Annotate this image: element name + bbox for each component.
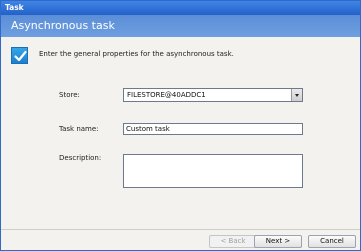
description-label: Description: (59, 154, 102, 162)
task-name-label: Task name: (59, 125, 99, 133)
store-label: Store: (59, 91, 80, 99)
store-dropdown[interactable]: FILESTORE@40ADDC1 (123, 88, 303, 102)
wizard-header: Asynchronous task (1, 15, 360, 37)
window-title: Task (1, 1, 360, 15)
wizard-content: Enter the general properties for the asy… (1, 37, 360, 229)
store-value: FILESTORE@40ADDC1 (127, 91, 206, 99)
task-name-input[interactable]: Custom task (123, 123, 303, 135)
back-button[interactable]: < Back (209, 235, 257, 248)
cancel-button[interactable]: Cancel (308, 235, 356, 248)
next-button[interactable]: Next > (254, 235, 302, 248)
checkmark-icon (11, 47, 28, 64)
footer-divider (1, 229, 360, 230)
task-dialog: Task Asynchronous task Enter the general… (0, 0, 361, 251)
description-textarea[interactable] (123, 154, 303, 188)
chevron-down-icon[interactable] (291, 89, 302, 101)
intro-text: Enter the general properties for the asy… (39, 50, 234, 58)
task-name-value: Custom task (126, 125, 170, 133)
